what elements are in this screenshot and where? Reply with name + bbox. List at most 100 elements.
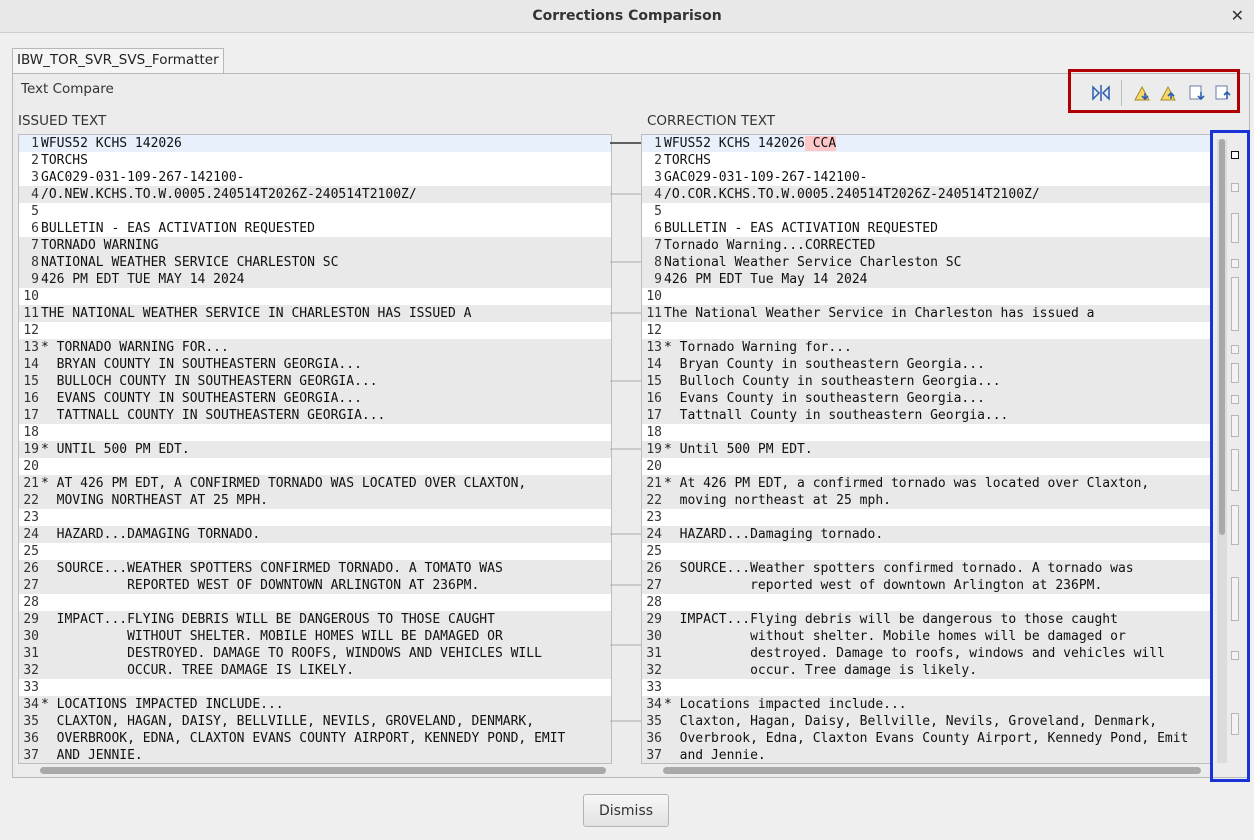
line-number: 23 [23,510,39,525]
line-text [39,204,41,219]
previous-change-icon[interactable] [1213,84,1233,102]
overview-marker[interactable] [1231,363,1239,383]
close-icon[interactable]: ✕ [1231,6,1244,25]
text-line: 30 without shelter. Mobile homes will be… [642,628,1210,645]
text-line: 24 HAZARD...DAMAGING TORNADO. [19,526,611,543]
line-number: 6 [654,221,662,236]
line-text: EVANS COUNTY IN SOUTHEASTERN GEORGIA... [41,391,362,406]
overview-marker[interactable] [1231,505,1239,545]
text-line: 18 [19,424,611,441]
text-line: 29 IMPACT...FLYING DEBRIS WILL BE DANGER… [19,611,611,628]
line-number: 21 [23,476,39,491]
correction-hscroll-thumb[interactable] [663,767,1201,774]
text-line: 22 MOVING NORTHEAST AT 25 MPH. [19,492,611,509]
issued-text-pane[interactable]: 1 WFUS52 KCHS 142026 2 TORCHS 3 GAC029-031-10… [18,134,612,764]
overview-marker[interactable] [1231,577,1239,621]
vertical-scrollbar[interactable] [1217,139,1227,763]
copy-all-right-icon[interactable] [1091,84,1111,102]
line-number: 19 [23,442,39,457]
line-text: TORCHS [41,153,88,168]
line-number: 36 [646,731,662,746]
text-line: 36 OVERBROOK, EDNA, CLAXTON EVANS COUNTY… [19,730,611,747]
overview-marker[interactable] [1231,277,1239,331]
text-line: 6 BULLETIN - EAS ACTIVATION REQUESTED [19,220,611,237]
text-line: 37 AND JENNIE. [19,747,611,763]
text-line: 27 REPORTED WEST OF DOWNTOWN ARLINGTON A… [19,577,611,594]
line-text [662,510,664,525]
overview-marker[interactable] [1231,449,1239,491]
text-line: 36 Overbrook, Edna, Claxton Evans County… [642,730,1210,747]
line-text: WFUS52 KCHS 142026 CCA [662,136,837,151]
line-text: reported west of downtown Arlington at 2… [664,578,1103,593]
correction-text-pane[interactable]: 1 WFUS52 KCHS 142026 CCA 2 TORCHS 3 GAC029-03… [641,134,1211,764]
window-title: Corrections Comparison [532,8,722,24]
line-text [662,459,664,474]
text-line: 19 * UNTIL 500 PM EDT. [19,441,611,458]
difference-overview-ruler[interactable] [1210,130,1250,782]
issued-hscroll-thumb[interactable] [40,767,606,774]
line-number: 7 [654,238,662,253]
text-line: 32 OCCUR. TREE DAMAGE IS LIKELY. [19,662,611,679]
line-text [39,289,41,304]
overview-current-marker[interactable] [1231,151,1239,159]
previous-difference-icon[interactable] [1159,84,1179,102]
overview-marker[interactable] [1231,395,1239,404]
line-text [662,323,664,338]
next-change-icon[interactable] [1187,84,1207,102]
text-line: 11 The National Weather Service in Charle… [642,305,1210,322]
line-number: 37 [23,748,39,763]
tab-formatter[interactable]: IBW_TOR_SVR_SVS_Formatter [12,48,224,73]
line-number: 33 [646,680,662,695]
line-text: The National Weather Service in Charlest… [664,306,1095,321]
line-text [39,680,41,695]
line-number: 4 [31,187,39,202]
vertical-scroll-thumb[interactable] [1219,139,1225,535]
line-text [39,544,41,559]
line-text: HAZARD...Damaging tornado. [664,527,884,542]
text-line: 33 [642,679,1210,696]
next-difference-icon[interactable] [1133,84,1153,102]
text-line: 29 IMPACT...Flying debris will be danger… [642,611,1210,628]
diff-connector [610,142,642,722]
text-line: 2 TORCHS [19,152,611,169]
text-line: 1 WFUS52 KCHS 142026 CCA [642,135,1210,153]
line-text: occur. Tree damage is likely. [664,663,978,678]
text-line: 9 426 PM EDT TUE MAY 14 2024 [19,271,611,288]
line-text: Overbrook, Edna, Claxton Evans County Ai… [664,731,1189,746]
text-line: 34 * Locations impacted include... [642,696,1210,713]
line-number: 16 [23,391,39,406]
line-text: HAZARD...DAMAGING TORNADO. [41,527,261,542]
text-line: 11 THE NATIONAL WEATHER SERVICE IN CHARLE… [19,305,611,322]
line-number: 33 [23,680,39,695]
line-number: 14 [23,357,39,372]
text-line: 25 [19,543,611,560]
text-line: 10 [642,288,1210,305]
line-number: 28 [646,595,662,610]
line-text: OVERBROOK, EDNA, CLAXTON EVANS COUNTY AI… [41,731,566,746]
line-text: SOURCE...Weather spotters confirmed torn… [664,561,1134,576]
overview-marker[interactable] [1231,415,1239,437]
text-line: 28 [19,594,611,611]
text-line: 21 * AT 426 PM EDT, A CONFIRMED TORNADO W… [19,475,611,492]
title-bar: Corrections Comparison ✕ [0,0,1254,33]
text-line: 31 destroyed. Damage to roofs, windows a… [642,645,1210,662]
text-line: 2 TORCHS [642,152,1210,169]
line-number: 35 [646,714,662,729]
line-number: 8 [654,255,662,270]
line-number: 24 [646,527,662,542]
line-text: * UNTIL 500 PM EDT. [41,442,190,457]
text-line: 8 National Weather Service Charleston SC [642,254,1210,271]
overview-marker[interactable] [1231,345,1239,354]
overview-marker[interactable] [1231,651,1239,660]
issued-text-header: ISSUED TEXT [18,113,107,129]
dismiss-button[interactable]: Dismiss [583,794,669,827]
text-line: 6 BULLETIN - EAS ACTIVATION REQUESTED [642,220,1210,237]
overview-marker[interactable] [1231,259,1239,268]
line-text: SOURCE...WEATHER SPOTTERS CONFIRMED TORN… [41,561,503,576]
overview-marker[interactable] [1231,713,1239,735]
line-text: TORNADO WARNING [41,238,159,253]
overview-marker[interactable] [1231,183,1239,192]
line-text: without shelter. Mobile homes will be da… [664,629,1126,644]
overview-marker[interactable] [1231,213,1239,243]
line-number: 14 [646,357,662,372]
